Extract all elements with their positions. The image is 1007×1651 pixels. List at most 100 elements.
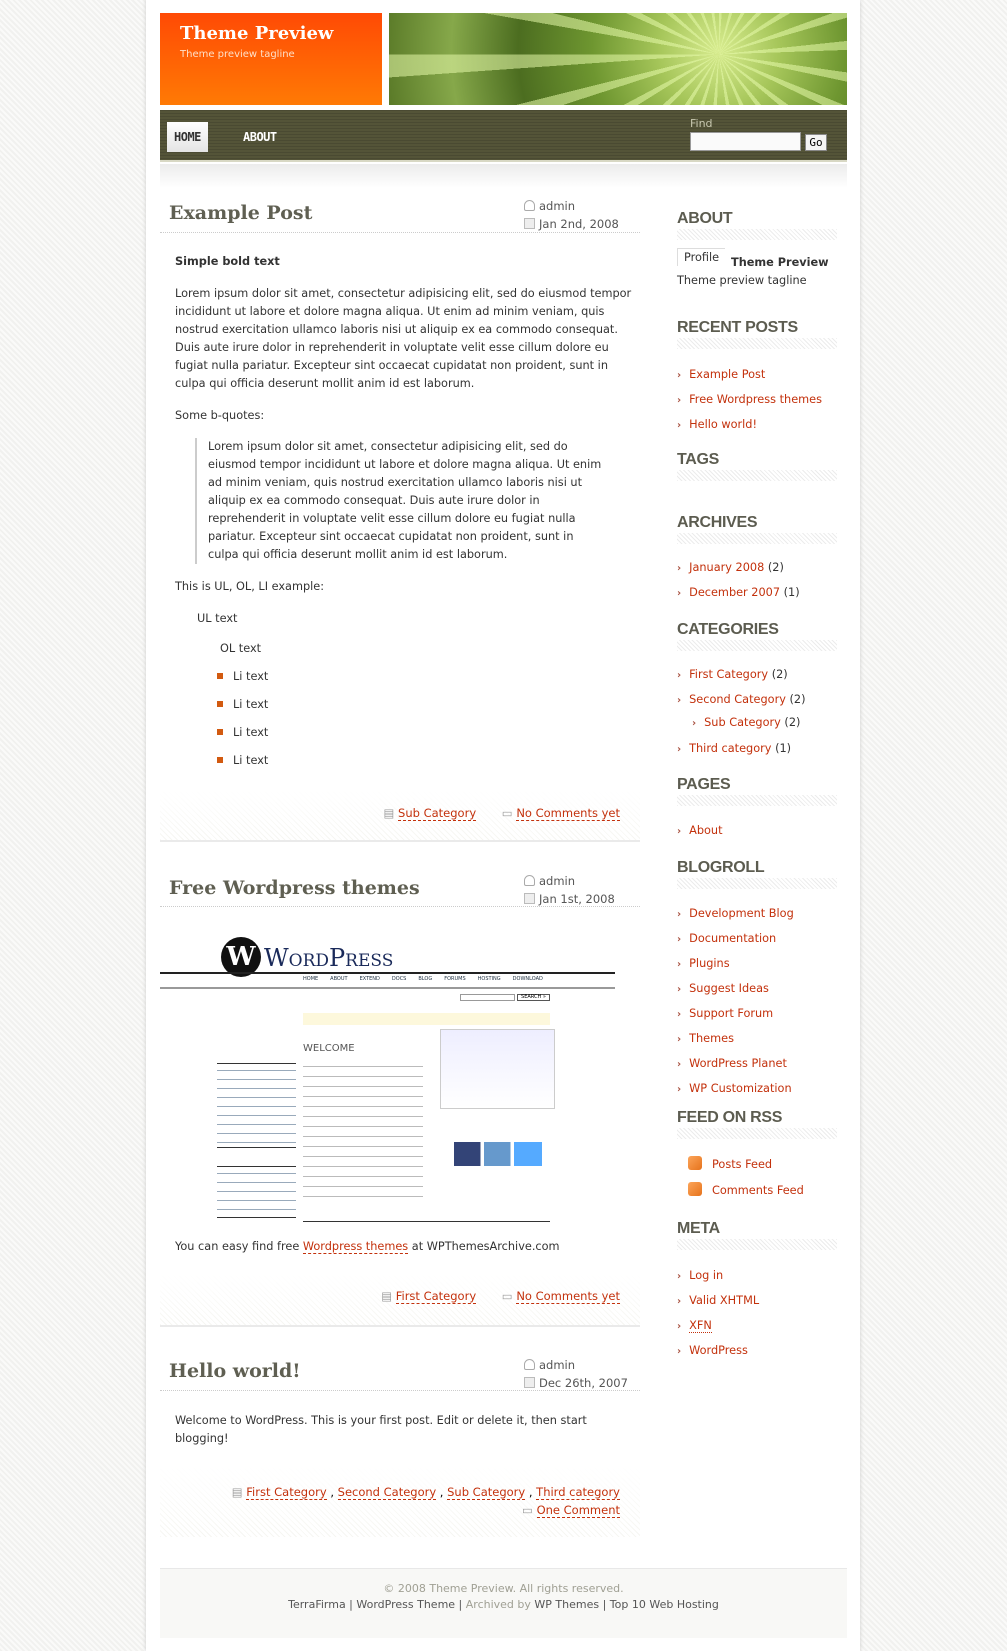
calendar-icon [524,893,535,904]
li-list: Li text Li text Li text Li text [217,663,268,775]
post-author: admin [524,874,575,888]
site-title[interactable]: Theme Preview [180,23,333,44]
post-title[interactable]: Free Wordpress themes [169,877,420,899]
comments-link[interactable]: No Comments yet [516,806,620,821]
widget-heading-blogroll: BLOGROLL [677,859,837,889]
feed-item[interactable]: Posts Feed [688,1152,804,1178]
meta-item[interactable]: › WordPress [677,1339,759,1364]
archive-item[interactable]: › January 2008 (2) [677,556,800,581]
divider [160,232,640,233]
widget-heading-tags: TAGS [677,451,837,481]
wordpress-themes-link[interactable]: Wordpress themes [302,1240,409,1254]
post-date: Jan 2nd, 2008 [524,217,619,231]
post-category-link[interactable]: First Category [395,1289,477,1304]
wordpress-screenshot-image[interactable]: W WordPress HOME ABOUT EXTEND DOCS BLOG FORUM… [160,932,640,1222]
feed-item[interactable]: Comments Feed [688,1178,804,1204]
site-tagline: Theme preview tagline [180,49,295,60]
search-input[interactable] [690,132,801,151]
post-date: Dec 26th, 2007 [524,1376,628,1390]
blogroll-list: › Development Blog › Documentation › Plugin… [677,902,794,1102]
go-button[interactable]: Go [805,134,827,151]
category-link[interactable]: Third category [536,1485,620,1500]
nav-shadow [160,164,847,188]
post-title[interactable]: Hello world! [169,1360,301,1382]
post-text: Welcome to WordPress. This is your first… [175,1414,587,1445]
category-item[interactable]: › Sub Category (2) [677,713,806,734]
meta-item[interactable]: › Valid XHTML [677,1289,759,1314]
meta-item[interactable]: › XFN [677,1314,759,1339]
post-category-link[interactable]: Sub Category [398,806,477,821]
footer-link[interactable]: WP Themes [534,1598,599,1611]
category-link[interactable]: Sub Category [447,1485,526,1500]
post-footer: ▤ First Category ▭ No Comments yet [160,1274,640,1327]
blogroll-item[interactable]: › Documentation [677,927,794,952]
footer-links: TerraFirma | WordPress Theme | Archived … [288,1598,719,1611]
post-title[interactable]: Example Post [169,202,312,224]
post-text: You can easy find free Wordpress themes … [175,1240,560,1254]
copyright: © 2008 Theme Preview. All rights reserve… [383,1582,624,1595]
list-item: Li text [217,747,268,775]
comment-icon: ▭ [501,1289,513,1303]
blogroll-item[interactable]: › WP Customization [677,1077,794,1102]
page-item[interactable]: › About [677,819,723,844]
blogroll-item[interactable]: › Themes [677,1027,794,1052]
meta-item[interactable]: › Log in [677,1264,759,1289]
recent-post-item[interactable]: › Hello world! [677,413,822,438]
nav-bar: HOME ABOUT Find Go [160,110,847,162]
footer-link[interactable]: Top 10 Web Hosting [610,1598,719,1611]
widget-heading-archives: ARCHIVES [677,514,837,544]
profile-tab[interactable]: Profile [677,248,726,266]
wordpress-logo-text: WordPress [264,944,394,972]
widget-heading-feed: FEED ON RSS [677,1109,837,1139]
recent-post-item[interactable]: › Free Wordpress themes [677,388,822,413]
category-item[interactable]: › First Category (2) [677,663,806,688]
nav-about[interactable]: ABOUT [236,122,284,152]
rss-icon [688,1156,702,1170]
pages-list: › About [677,819,723,844]
post-footer: ▤ Sub Category ▭ No Comments yet [160,790,640,842]
blogroll-item[interactable]: › Support Forum [677,1002,794,1027]
category-item[interactable]: › Third category (1) [677,737,806,762]
bquote-label: Some b-quotes: [175,409,265,422]
about-name: Theme Preview [731,256,829,269]
wordpress-logo-icon: W [221,937,261,977]
archive-item[interactable]: › December 2007 (1) [677,581,800,606]
widget-heading-about: ABOUT [677,210,837,240]
blogroll-item[interactable]: › Development Blog [677,902,794,927]
comments-link[interactable]: No Comments yet [516,1289,620,1304]
page: Theme Preview Theme preview tagline HOME… [146,0,860,1651]
list-item: Li text [217,691,268,719]
blogroll-item[interactable]: › Plugins [677,952,794,977]
footer-link[interactable]: TerraFirma [288,1598,346,1611]
comments-link[interactable]: One Comment [536,1503,620,1518]
footer-link[interactable]: WordPress Theme [356,1598,455,1611]
user-icon [524,1359,535,1370]
about-tagline: Theme preview tagline [677,274,807,287]
comment-icon: ▭ [522,1503,533,1517]
bold-text: Simple bold text [175,255,280,268]
ol-text: OL text [220,642,262,655]
blogroll-item[interactable]: › Suggest Ideas [677,977,794,1002]
category-icon: ▤ [231,1485,243,1499]
site-branding: Theme Preview Theme preview tagline [160,13,382,105]
list-item: Li text [217,719,268,747]
nav-home[interactable]: HOME [167,122,208,152]
ul-text: UL text [197,612,238,625]
category-link[interactable]: First Category [246,1485,327,1500]
user-icon [524,875,535,886]
user-icon [524,200,535,211]
header-image [389,13,847,105]
post-date: Jan 1st, 2008 [524,892,615,906]
recent-post-item[interactable]: › Example Post [677,363,822,388]
category-item[interactable]: › Second Category (2) [677,688,806,713]
calendar-icon [524,218,535,229]
screenshot-nav: HOME ABOUT EXTEND DOCS BLOG FORUMS HOSTING DOWN… [303,976,543,982]
blockquote: Lorem ipsum dolor sit amet, consectetur … [195,438,603,564]
calendar-icon [524,1377,535,1388]
post-paragraph: Lorem ipsum dolor sit amet, consectetur … [175,287,632,390]
category-link[interactable]: Second Category [337,1485,437,1500]
blogroll-item[interactable]: › WordPress Planet [677,1052,794,1077]
find-label: Find [690,117,713,130]
meta-list: › Log in › Valid XHTML › XFN › WordPress [677,1264,759,1364]
post-footer: ▤ First Category , Second Category , Sub… [160,1466,640,1537]
